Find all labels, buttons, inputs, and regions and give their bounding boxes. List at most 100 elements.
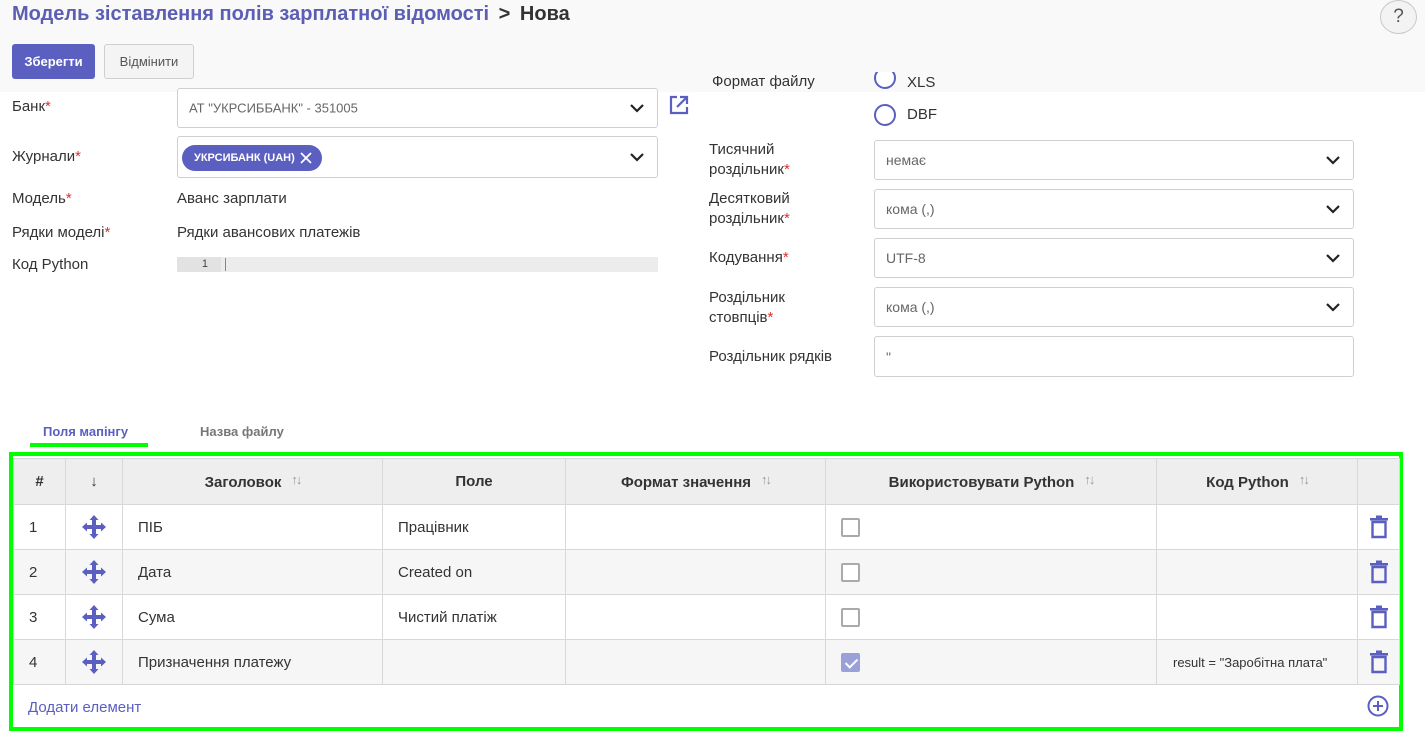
row-value-format[interactable]	[565, 549, 826, 595]
drag-handle[interactable]	[65, 594, 123, 640]
bank-select[interactable]: АТ "УКРСИББАНК" - 351005	[177, 88, 658, 128]
journal-tag-label: УКРСИБАНК (UAH)	[194, 152, 295, 164]
row-python-code[interactable]: result = "Заробітна плата"	[1156, 639, 1358, 685]
row-separator-value: "	[886, 348, 891, 365]
mapping-fields-table: # ↓ Заголовок ↑↓ Поле Формат значення ↑↓ В…	[13, 458, 1400, 685]
trash-icon[interactable]	[1369, 605, 1389, 629]
row-use-python[interactable]	[825, 549, 1157, 595]
trash-icon[interactable]	[1369, 650, 1389, 674]
move-icon[interactable]	[81, 649, 107, 675]
chevron-down-icon	[630, 104, 644, 113]
python-code-editor[interactable]: 1	[177, 257, 658, 272]
sort-icon[interactable]: ↑↓	[1084, 472, 1095, 487]
header-drag[interactable]: ↓	[65, 458, 123, 505]
format-radio-dbf[interactable]	[874, 104, 896, 126]
breadcrumb: Модель зіставлення полів зарплатної відо…	[12, 3, 570, 26]
cancel-button[interactable]: Відмінити	[104, 44, 194, 79]
encoding-label: Кодування*	[709, 249, 789, 266]
use-python-checkbox[interactable]	[841, 607, 860, 627]
trash-icon[interactable]	[1369, 560, 1389, 584]
row-title[interactable]: Призначення платежу	[122, 639, 383, 685]
move-icon[interactable]	[81, 559, 107, 585]
code-line-number: 1	[177, 257, 221, 272]
decimal-separator-label: Десятковий роздільник*	[709, 190, 790, 227]
header-actions	[1357, 458, 1400, 505]
row-field[interactable]: Чистий платіж	[382, 594, 566, 640]
row-num: 4	[13, 639, 66, 685]
drag-handle[interactable]	[65, 549, 123, 595]
add-circle-icon[interactable]	[1367, 695, 1389, 717]
table-row[interactable]: 4 Призначення платежу result = "Заробітн…	[13, 639, 1400, 685]
row-value-format[interactable]	[565, 594, 826, 640]
thousands-separator-value: немає	[886, 152, 927, 168]
decimal-separator-select[interactable]: кома (,)	[874, 189, 1354, 229]
row-separator-input[interactable]: "	[874, 336, 1354, 377]
row-field[interactable]	[382, 639, 566, 685]
header-python-code[interactable]: Код Python ↑↓	[1156, 458, 1358, 505]
drag-handle[interactable]	[65, 639, 123, 685]
row-title[interactable]: Дата	[122, 549, 383, 595]
row-delete[interactable]	[1357, 594, 1400, 640]
header-title[interactable]: Заголовок ↑↓	[122, 458, 383, 505]
breadcrumb-current: Нова	[519, 3, 570, 25]
tab-file-name[interactable]: Назва файлу	[200, 424, 284, 439]
row-use-python[interactable]	[825, 639, 1157, 685]
row-python-code[interactable]	[1156, 549, 1358, 595]
row-value-format[interactable]	[565, 504, 826, 550]
row-separator-label: Роздільник рядків	[709, 348, 833, 365]
use-python-checkbox[interactable]	[841, 652, 860, 672]
move-icon[interactable]	[81, 604, 107, 630]
bank-value: АТ "УКРСИББАНК" - 351005	[189, 100, 358, 116]
add-item-link[interactable]: Додати елемент	[28, 699, 141, 716]
table-row[interactable]: 1 ПІБ Працівник	[13, 504, 1400, 550]
external-link-icon[interactable]	[668, 94, 690, 116]
file-format-label: Формат файлу	[712, 73, 815, 90]
row-use-python[interactable]	[825, 594, 1157, 640]
journals-select[interactable]: УКРСИБАНК (UAH)	[177, 136, 658, 178]
column-separator-select[interactable]: кома (,)	[874, 287, 1354, 327]
row-use-python[interactable]	[825, 504, 1157, 550]
journal-tag: УКРСИБАНК (UAH)	[182, 145, 322, 171]
file-format-row-clipped: Формат файлу XLS	[700, 72, 1100, 92]
python-code-label: Код Python	[12, 256, 89, 273]
breadcrumb-parent-link[interactable]: Модель зіставлення полів зарплатної відо…	[12, 3, 489, 25]
format-option-xls: XLS	[907, 74, 936, 91]
row-python-code[interactable]	[1156, 594, 1358, 640]
header-use-python[interactable]: Використовувати Python ↑↓	[825, 458, 1157, 505]
close-icon[interactable]	[300, 152, 312, 164]
sort-icon[interactable]: ↑↓	[291, 472, 302, 487]
row-field[interactable]: Працівник	[382, 504, 566, 550]
row-python-code[interactable]	[1156, 504, 1358, 550]
format-radio-xls[interactable]	[874, 72, 896, 89]
sort-icon[interactable]: ↑↓	[761, 472, 772, 487]
use-python-checkbox[interactable]	[841, 517, 860, 537]
trash-icon[interactable]	[1369, 515, 1389, 539]
thousands-separator-select[interactable]: немає	[874, 140, 1354, 180]
model-value: Аванс зарплати	[177, 190, 287, 207]
row-delete[interactable]	[1357, 639, 1400, 685]
decimal-separator-value: кома (,)	[886, 201, 935, 217]
table-row[interactable]: 3 Сума Чистий платіж	[13, 594, 1400, 640]
sort-icon[interactable]: ↑↓	[1299, 472, 1310, 487]
tab-mapping-fields[interactable]: Поля мапінгу	[43, 424, 128, 439]
use-python-checkbox[interactable]	[841, 562, 860, 582]
encoding-select[interactable]: UTF-8	[874, 238, 1354, 278]
row-value-format[interactable]	[565, 639, 826, 685]
model-lines-value: Рядки авансових платежів	[177, 224, 361, 241]
add-item-row: Додати елемент	[13, 690, 1399, 728]
active-tab-underline	[30, 443, 148, 447]
move-icon[interactable]	[81, 514, 107, 540]
help-button[interactable]: ?	[1380, 0, 1417, 34]
row-delete[interactable]	[1357, 504, 1400, 550]
row-field[interactable]: Created on	[382, 549, 566, 595]
table-row[interactable]: 2 Дата Created on	[13, 549, 1400, 595]
save-button[interactable]: Зберегти	[12, 44, 95, 79]
row-title[interactable]: ПІБ	[122, 504, 383, 550]
row-title[interactable]: Сума	[122, 594, 383, 640]
drag-handle[interactable]	[65, 504, 123, 550]
row-delete[interactable]	[1357, 549, 1400, 595]
row-num: 2	[13, 549, 66, 595]
header-value-format[interactable]: Формат значення ↑↓	[565, 458, 826, 505]
chevron-down-icon	[1326, 303, 1340, 312]
model-lines-label: Рядки моделі*	[12, 224, 111, 241]
